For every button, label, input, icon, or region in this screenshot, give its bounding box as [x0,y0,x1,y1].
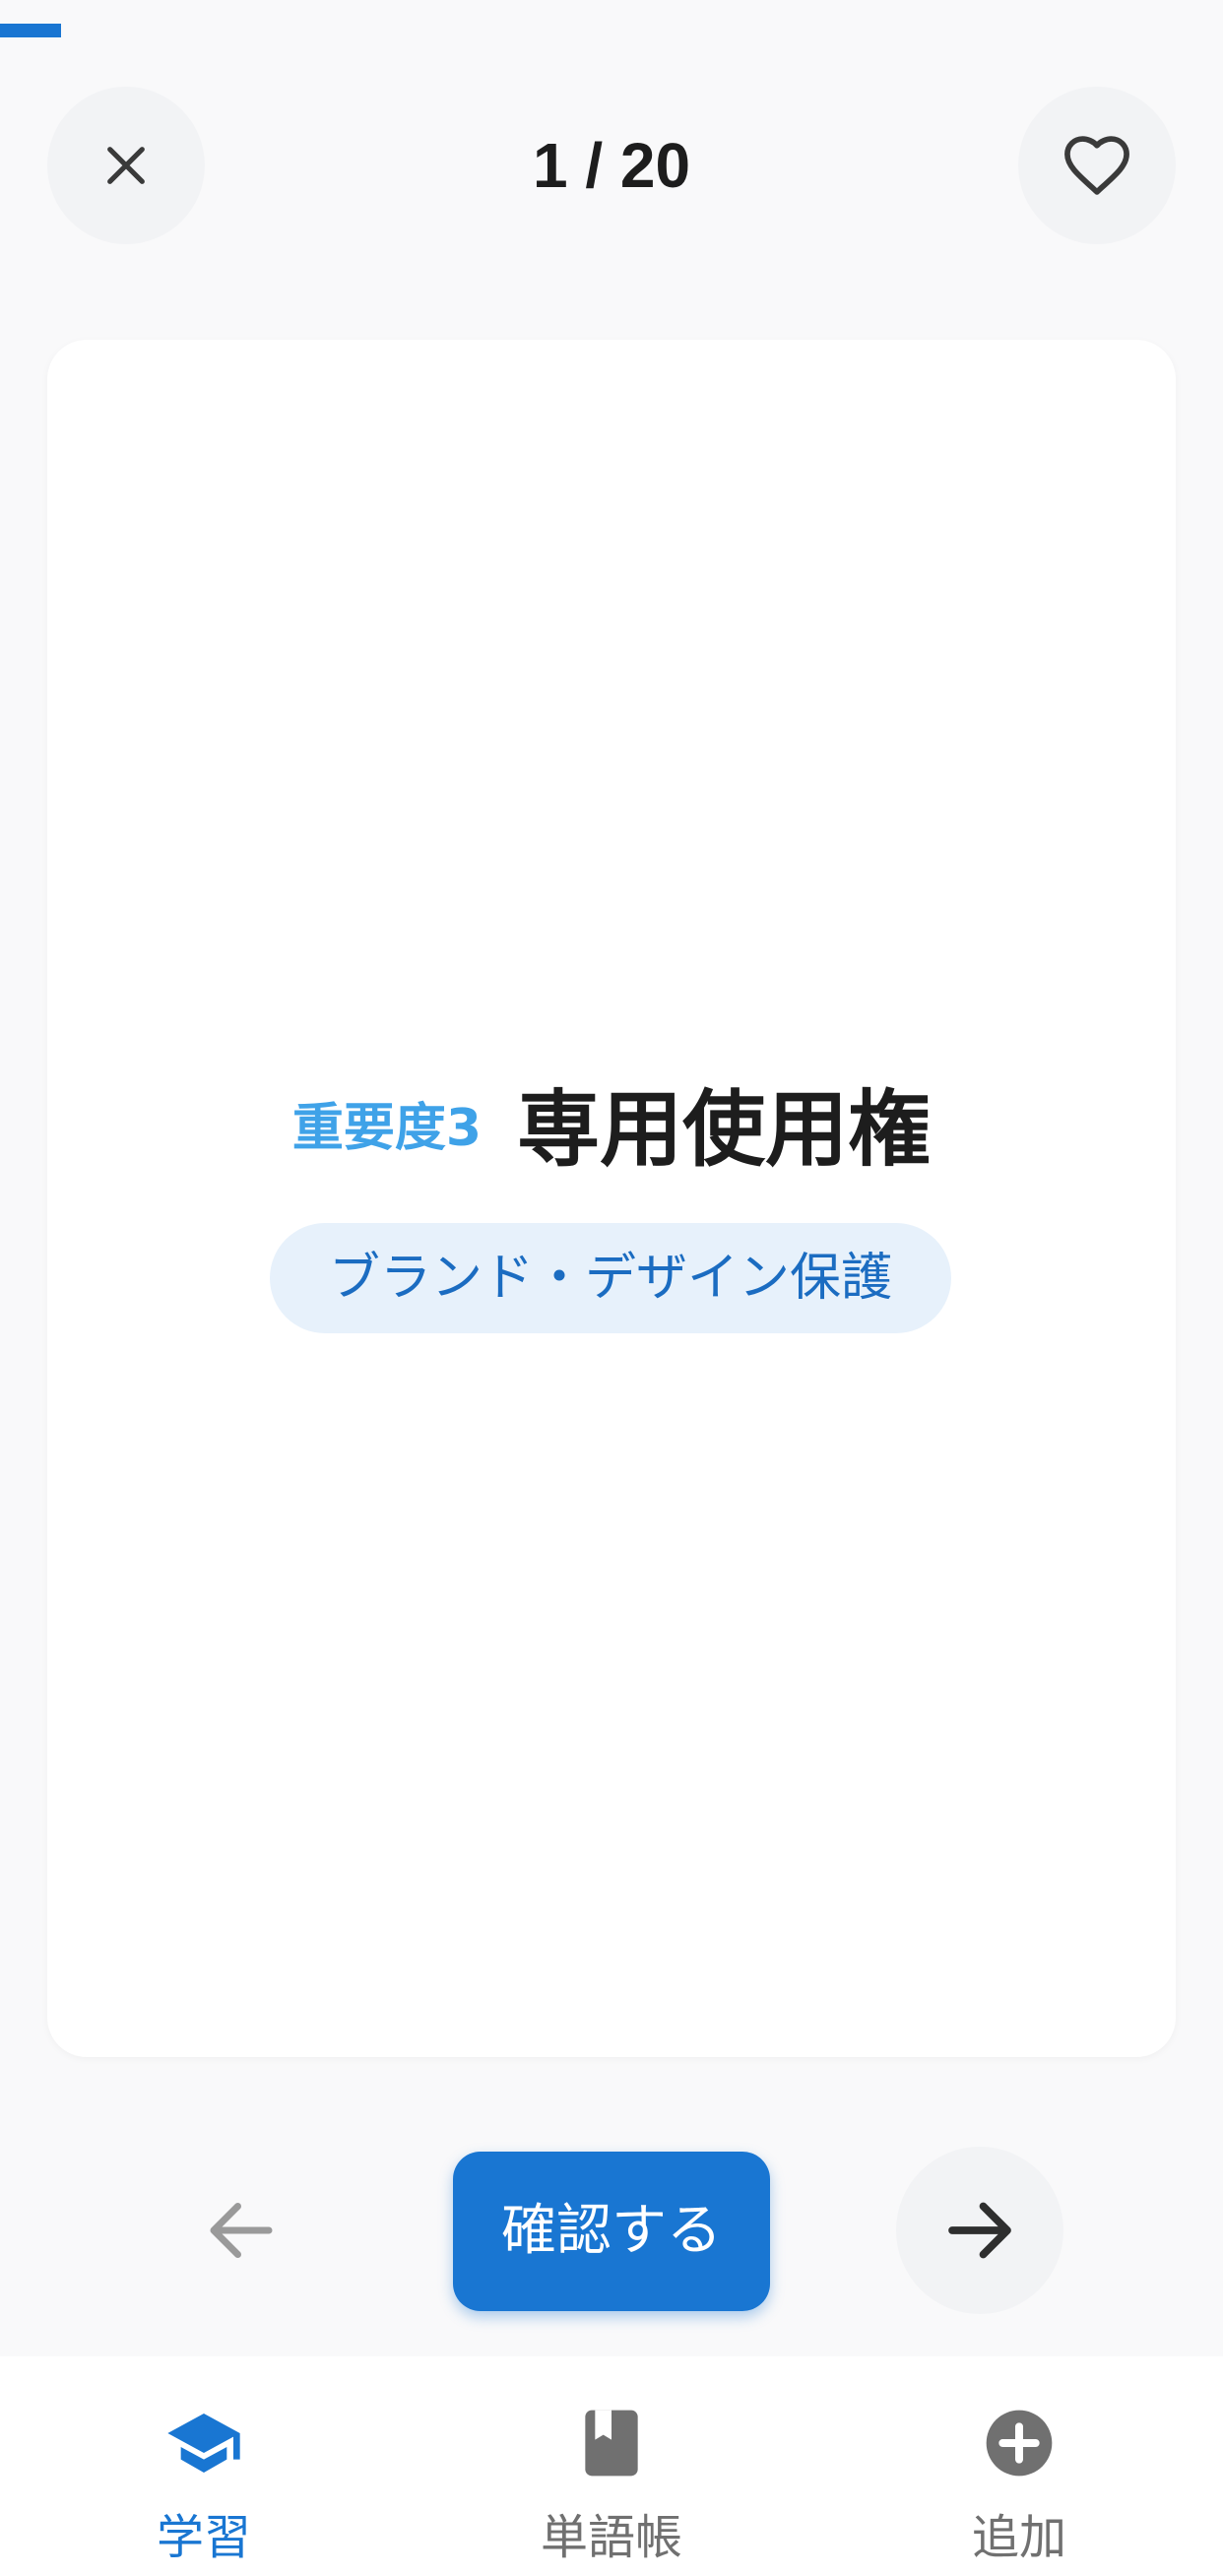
arrow-right-icon [948,2202,1011,2259]
progress-fill [0,24,62,37]
bottom-navigation: 学習 単語帳 追加 [0,2356,1223,2576]
importance-label: 重要度3 [291,1098,483,1158]
previous-button[interactable] [158,2147,325,2314]
heart-outline-icon [1064,136,1129,195]
category-chip: ブランド・デザイン保護 [270,1223,951,1333]
nav-label-study: 学習 [156,2510,251,2565]
graduation-cap-icon [164,2404,243,2482]
term-row: 重要度3 専用使用権 [0,1068,1223,1178]
plus-circle-icon [980,2404,1059,2482]
flash-card[interactable] [47,340,1176,2057]
arrow-left-icon [210,2203,273,2258]
book-icon [572,2404,651,2482]
nav-label-add: 追加 [971,2510,1066,2565]
nav-label-wordbook: 単語帳 [540,2510,682,2565]
next-button[interactable] [896,2147,1063,2314]
progress-bar [0,24,1223,37]
close-icon [107,147,145,184]
nav-item-wordbook[interactable]: 単語帳 [408,2356,815,2576]
nav-item-study[interactable]: 学習 [0,2356,408,2576]
favorite-button[interactable] [1018,87,1176,244]
close-button[interactable] [47,87,205,244]
card-counter: 1 / 20 [532,130,691,201]
term-text: 専用使用権 [517,1080,932,1178]
confirm-button[interactable]: 確認する [453,2152,770,2311]
nav-item-add[interactable]: 追加 [815,2356,1223,2576]
